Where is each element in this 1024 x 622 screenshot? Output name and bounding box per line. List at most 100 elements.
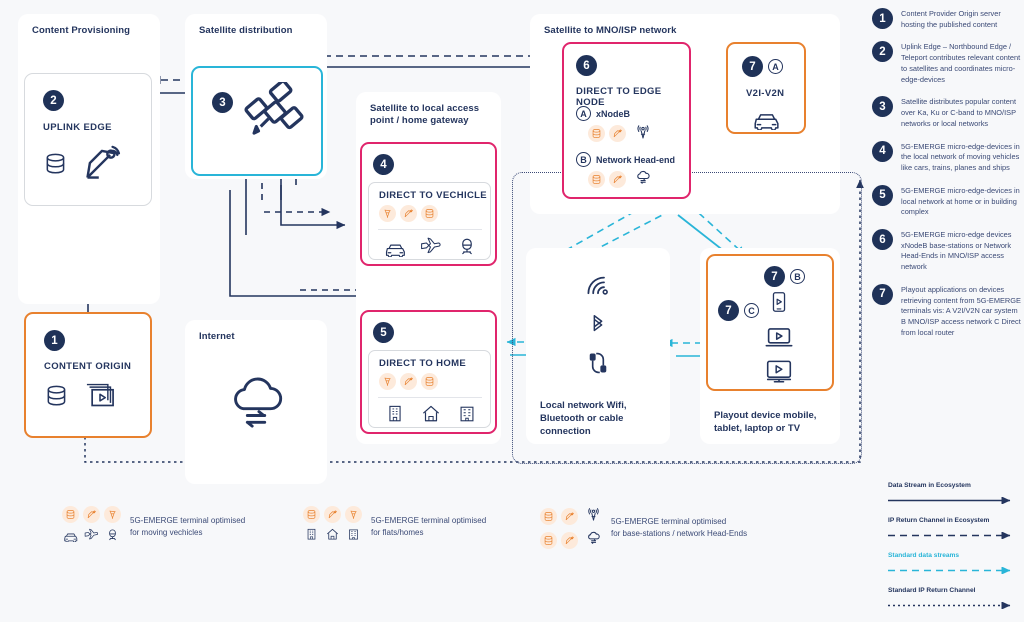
database-icon <box>62 506 79 523</box>
dish-icon <box>83 506 100 523</box>
home-icons <box>377 403 485 430</box>
tv-icon <box>764 358 794 389</box>
badge-v2i-v2n: 7 <box>742 56 763 77</box>
terminal-legend-text: 5G-EMERGE terminal optimised for base-st… <box>611 517 748 538</box>
video-library-icon <box>83 380 117 415</box>
legend-item: 5 5G-EMERGE micro-edge-devices in local … <box>872 184 1022 218</box>
office-building-icon <box>303 527 320 547</box>
stream-legend-item: IP Return Channel in Ecosystem <box>888 517 1020 544</box>
database-icon <box>588 125 605 142</box>
terminal-legend-homes: 5G-EMERGE terminal optimised for flats/h… <box>303 506 486 547</box>
caption-playout-devices: Playout device mobile, tablet, laptop or… <box>714 410 817 434</box>
house-icon <box>418 403 444 430</box>
legend-item: 2 Uplink Edge – Northbound Edge / Telepo… <box>872 41 1022 85</box>
terminal-legend-text: 5G-EMERGE terminal optimised for moving … <box>130 515 246 537</box>
database-icon <box>43 149 69 182</box>
divider <box>378 229 482 230</box>
label-direct-to-home: DIRECT TO HOME <box>379 358 467 369</box>
terminal-chips-home <box>379 373 438 390</box>
train-icon <box>454 235 480 262</box>
badge-satellite: 3 <box>212 92 233 113</box>
legend-badge: 6 <box>872 229 893 251</box>
dish-icon <box>561 507 578 525</box>
card-direct-to-edge-node[interactable]: 6 DIRECT TO EDGE NODE A xNodeB B Network… <box>562 42 691 199</box>
cloud-sync-icon <box>585 530 602 550</box>
label-uplink-edge: UPLINK EDGE <box>43 122 112 133</box>
dish-icon <box>561 531 578 549</box>
plane-icon <box>83 527 100 547</box>
terminal-legend-basestations: 5G-EMERGE terminal optimised for base-st… <box>540 506 747 550</box>
card-playout-devices[interactable]: 7 B 7 C <box>706 254 834 391</box>
antenna-icon <box>379 205 396 222</box>
legend-item: 6 5G-EMERGE micro-edge devices xNodeB ba… <box>872 229 1022 273</box>
badge-direct-to-vehicle: 4 <box>373 154 394 175</box>
stream-line-dotted <box>888 601 1011 610</box>
label-xnodeb: xNodeB <box>596 108 631 119</box>
database-icon <box>303 506 320 523</box>
subsection-network-head-end: B Network Head-end <box>576 152 675 167</box>
label-content-origin: CONTENT ORIGIN <box>44 361 132 372</box>
card-content-origin[interactable]: 1 CONTENT ORIGIN <box>24 312 152 438</box>
icon-row-bottom <box>303 527 362 547</box>
antenna-icon <box>379 373 396 390</box>
letter-badge-b: B <box>576 152 591 167</box>
stream-label: Standard data streams <box>888 552 960 559</box>
stream-legend-item: Data Stream in Ecosystem <box>888 482 1020 509</box>
card-satellite[interactable]: 3 <box>191 66 323 176</box>
legend-stream-types: Data Stream in Ecosystem IP Return Chann… <box>888 482 1020 622</box>
card-local-network[interactable]: Local network Wifi, Bluetooth or cable c… <box>526 248 670 444</box>
dish-icon <box>400 205 417 222</box>
wifi-icon <box>583 274 613 303</box>
database-icon <box>421 373 438 390</box>
terminal-legend-icons <box>303 506 362 547</box>
terminal-legend-text: 5G-EMERGE terminal optimised for flats/h… <box>371 515 487 537</box>
group-title-satellite-local-access: Satellite to local access point / home g… <box>370 103 480 126</box>
laptop-icon <box>764 324 794 355</box>
badge-direct-to-home: 5 <box>373 322 394 343</box>
satellite-dish-icon <box>79 142 125 189</box>
card-direct-to-home[interactable]: 5 DIRECT TO HOME <box>360 310 497 434</box>
badge-content-origin: 1 <box>44 330 65 351</box>
database-icon <box>44 381 70 414</box>
internet-cloud-icon <box>226 372 288 435</box>
cell-tower-icon <box>635 123 651 144</box>
legend-text: Satellite distributes popular content ov… <box>901 97 1017 128</box>
stream-line-dashed <box>888 531 1011 540</box>
terminal-chips-vehicle <box>379 205 438 222</box>
group-title-content-provisioning: Content Provisioning <box>32 25 131 36</box>
card-direct-to-vehicle[interactable]: 4 DIRECT TO VECHICLE <box>360 142 497 266</box>
cell-tower-icon <box>585 506 602 526</box>
inner-card-home: DIRECT TO HOME <box>368 350 491 428</box>
legend-badge: 1 <box>872 8 893 29</box>
legend-text: Uplink Edge – Northbound Edge / Teleport… <box>901 42 1021 84</box>
stream-line-solid <box>888 496 1011 505</box>
car-icon <box>750 102 782 135</box>
legend-text: 5G-EMERGE micro-edge devices xNodeB base… <box>901 230 1012 272</box>
dish-icon <box>324 506 341 523</box>
group-title-satellite-distribution: Satellite distribution <box>199 25 293 36</box>
stream-label: IP Return Channel in Ecosystem <box>888 517 990 524</box>
label-direct-to-vehicle: DIRECT TO VECHICLE <box>379 190 487 201</box>
card-uplink-edge[interactable]: 2 UPLINK EDGE <box>24 73 152 206</box>
dish-icon <box>400 373 417 390</box>
database-icon <box>540 531 557 549</box>
label-network-head-end: Network Head-end <box>596 154 676 165</box>
office-building-icon <box>382 403 408 430</box>
car-icon <box>62 527 79 547</box>
group-title-satellite-mno: Satellite to MNO/ISP network <box>544 25 677 36</box>
legend-text: 5G-EMERGE micro-edge-devices in the loca… <box>901 141 1020 173</box>
letter-badge-a: A <box>576 106 591 121</box>
stream-label: Standard IP Return Channel <box>888 587 976 594</box>
badge-uplink-edge: 2 <box>43 90 64 111</box>
card-v2i-v2n[interactable]: 7 A V2I-V2N <box>726 42 806 134</box>
mobile-phone-icon <box>767 288 791 321</box>
label-v2i-v2n: V2I-V2N <box>746 88 785 99</box>
database-icon <box>540 507 557 525</box>
antenna-icon <box>345 506 362 523</box>
legend-badge: 2 <box>872 41 893 63</box>
dish-icon <box>609 171 626 188</box>
letter-badge-a: A <box>768 59 783 74</box>
subsection-xnodeb: A xNodeB <box>576 106 630 121</box>
apartment-icon <box>345 527 362 547</box>
antenna-icon <box>104 506 121 523</box>
